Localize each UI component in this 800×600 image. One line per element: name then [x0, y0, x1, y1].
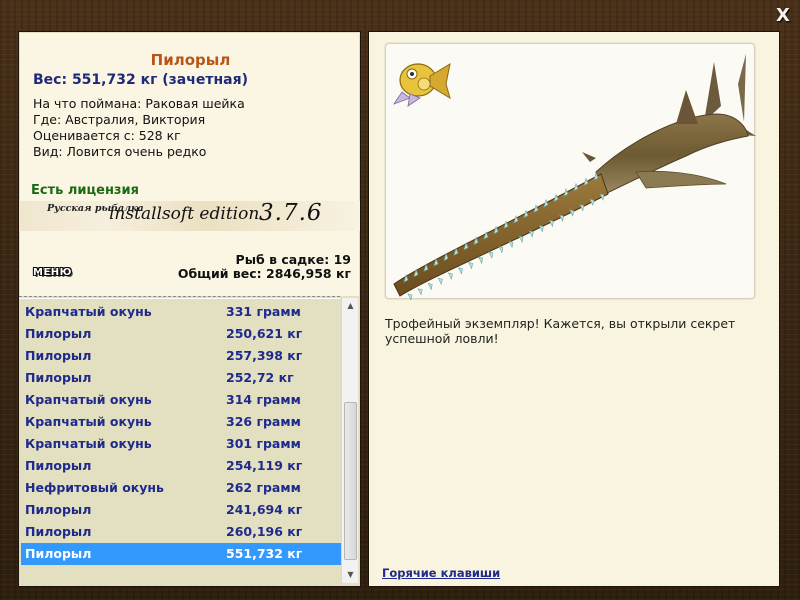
scroll-thumb[interactable] [344, 402, 357, 560]
list-item-name: Пилорыл [25, 524, 92, 539]
list-item-name: Пилорыл [25, 348, 92, 363]
list-item[interactable]: Крапчатый окунь 326 грамм [21, 411, 341, 433]
catch-list: Крапчатый окунь 331 грамм Пилорыл 250,621 к… [19, 296, 360, 586]
fish-photo-frame [385, 43, 756, 300]
close-icon[interactable]: X [773, 6, 793, 26]
rarity-line: Вид: Ловится очень редко [33, 144, 207, 159]
list-item-weight: 260,196 кг [226, 524, 303, 539]
list-item[interactable]: Крапчатый окунь 301 грамм [21, 433, 341, 455]
list-item-weight: 241,694 кг [226, 502, 303, 517]
location-line: Где: Австралия, Виктория [33, 112, 206, 127]
list-item-weight: 257,398 кг [226, 348, 303, 363]
total-weight: Общий вес: 2846,958 кг [177, 266, 351, 281]
list-item-name: Пилорыл [25, 546, 92, 561]
list-item-name: Пилорыл [25, 370, 92, 385]
list-item[interactable]: Пилорыл 252,72 кг [21, 367, 341, 389]
fish-image-panel: Трофейный экземпляр! Кажется, вы открыли… [368, 31, 780, 587]
list-scrollbar[interactable]: ▲ ▼ [341, 298, 358, 583]
list-item[interactable]: Пилорыл 260,196 кг [21, 521, 341, 543]
license-status: Есть лицензия [31, 183, 139, 198]
catch-info-panel: Пилорыл Вес: 551,732 кг (зачетная) На чт… [18, 31, 361, 587]
list-item-name: Нефритовый окунь [25, 480, 164, 495]
fish-name: Пилорыл [150, 51, 231, 69]
brand-name: installsoft edition [109, 204, 260, 224]
trophy-description: Трофейный экземпляр! Кажется, вы открыли… [385, 316, 736, 346]
list-item-weight: 254,119 кг [226, 458, 303, 473]
list-item[interactable]: Пилорыл 551,732 кг [21, 543, 341, 565]
scroll-up-icon[interactable]: ▲ [342, 298, 359, 314]
list-divider [19, 296, 340, 299]
list-item-weight: 314 грамм [226, 392, 301, 407]
list-item-weight: 331 грамм [226, 304, 301, 319]
list-item-name: Крапчатый окунь [25, 414, 152, 429]
list-item-weight: 301 грамм [226, 436, 301, 451]
list-item-weight: 326 грамм [226, 414, 301, 429]
menu-button[interactable]: МЕНЮ [33, 267, 79, 281]
trophy-badge-icon [392, 62, 451, 107]
list-item-name: Пилорыл [25, 502, 92, 517]
rating-line: Оценивается с: 528 кг [33, 128, 181, 143]
list-item-weight: 250,621 кг [226, 326, 303, 341]
scroll-down-icon[interactable]: ▼ [342, 567, 359, 583]
list-item[interactable]: Пилорыл 241,694 кг [21, 499, 341, 521]
bait-line: На что поймана: Раковая шейка [33, 96, 245, 111]
fish-count: Рыб в садке: 19 [235, 252, 351, 267]
list-item-weight: 551,732 кг [226, 546, 303, 561]
list-item[interactable]: Крапчатый окунь 331 грамм [21, 301, 341, 323]
list-item-name: Крапчатый окунь [25, 436, 152, 451]
list-item[interactable]: Пилорыл 254,119 кг [21, 455, 341, 477]
list-item[interactable]: Пилорыл 250,621 кг [21, 323, 341, 345]
list-item[interactable]: Крапчатый окунь 314 грамм [21, 389, 341, 411]
list-item-weight: 262 грамм [226, 480, 301, 495]
list-item-name: Пилорыл [25, 458, 92, 473]
weight-title: Вес: 551,732 кг (зачетная) [33, 72, 248, 88]
brand-banner: Русская рыбалка installsoft edition 3.7.… [19, 200, 360, 231]
list-item-name: Крапчатый окунь [25, 392, 152, 407]
list-item-name: Крапчатый окунь [25, 304, 152, 319]
hotkeys-link[interactable]: Горячие клавиши [382, 566, 500, 580]
brand-version: 3.7.6 [259, 200, 323, 226]
list-item-weight: 252,72 кг [226, 370, 294, 385]
list-item[interactable]: Нефритовый окунь 262 грамм [21, 477, 341, 499]
list-item[interactable]: Пилорыл 257,398 кг [21, 345, 341, 367]
catch-list-rows: Крапчатый окунь 331 грамм Пилорыл 250,621 к… [21, 301, 341, 565]
list-item-name: Пилорыл [25, 326, 92, 341]
